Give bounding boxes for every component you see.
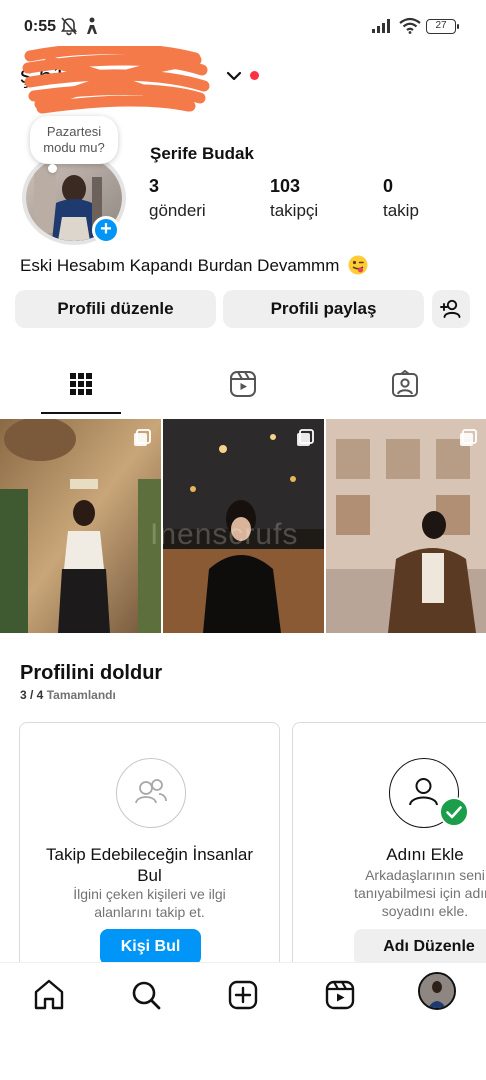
stat-posts-label: gönderi	[149, 201, 206, 220]
bio: Eski Hesabım Kapandı Burdan Devammm	[20, 255, 368, 276]
redaction-scribble	[22, 46, 210, 114]
nav-create[interactable]	[223, 975, 263, 1015]
stat-posts[interactable]: 3 gönderi	[149, 176, 206, 221]
checkmark-icon	[439, 797, 469, 827]
stat-following-value: 0	[383, 176, 394, 196]
discover-people-button[interactable]	[432, 290, 470, 328]
status-time: 0:55	[24, 18, 57, 35]
note-bubble-tail	[48, 164, 57, 173]
progress-count: 3 / 4	[20, 688, 44, 702]
tagged-icon	[392, 370, 418, 397]
wifi-icon	[399, 17, 421, 34]
winking-tongue-emoji-icon	[348, 255, 368, 275]
add-name-card[interactable]: Adını Ekle Arkadaşlarının seni tanıyabil…	[292, 722, 486, 982]
card-desc-line2: tanıyabilmesi için adını	[354, 885, 486, 901]
nav-search[interactable]	[126, 975, 166, 1015]
post-image	[0, 419, 161, 633]
add-person-icon	[440, 299, 461, 318]
find-people-card[interactable]: Takip Edebileceğin İnsanlar Bul İlgini ç…	[19, 722, 280, 982]
tab-reels[interactable]	[203, 362, 283, 412]
bell-muted-icon	[60, 17, 78, 36]
card-title-line1: Takip Edebileceğin İnsanlar	[46, 845, 253, 864]
grid-icon	[70, 373, 92, 395]
chevron-down-icon[interactable]	[226, 70, 242, 82]
complete-profile-progress: 3 / 4 Tamamlandı	[20, 688, 116, 702]
edit-name-button[interactable]: Adı Düzenle	[354, 929, 486, 965]
note-bubble[interactable]: Pazartesi modu mu?	[30, 116, 118, 164]
reels-icon	[230, 371, 256, 397]
add-story-button[interactable]: +	[92, 216, 120, 244]
nav-profile-avatar[interactable]	[418, 972, 456, 1010]
people-icon-circle	[116, 758, 186, 828]
note-text-line2: modu mu?	[43, 140, 105, 155]
complete-profile-title: Profilini doldur	[20, 662, 163, 684]
share-profile-button[interactable]: Profili paylaş	[223, 290, 424, 328]
watermark: Inenscrufs	[150, 518, 299, 551]
people-icon	[135, 779, 167, 804]
nav-home[interactable]	[29, 975, 69, 1015]
home-icon	[34, 979, 64, 1010]
stat-following-label: takip	[383, 201, 419, 220]
tab-tagged[interactable]	[365, 362, 445, 412]
stat-followers-value: 103	[270, 176, 301, 196]
search-icon	[132, 981, 161, 1010]
full-name: Şerife Budak	[150, 144, 254, 163]
card-desc-line1: Arkadaşlarının seni	[365, 867, 485, 883]
avatar-photo	[420, 974, 454, 1008]
card-title: Adını Ekle	[386, 845, 464, 864]
stat-followers[interactable]: 103 takipçi	[270, 176, 318, 221]
card-desc-line2: alanlarını takip et.	[94, 904, 205, 920]
multiple-photos-icon	[460, 429, 477, 446]
signal-icon	[372, 19, 390, 33]
tab-posts-grid[interactable]	[41, 362, 121, 412]
battery-icon: 27	[426, 19, 459, 34]
multiple-photos-icon	[297, 429, 314, 446]
card-title-line2: Bul	[137, 866, 162, 885]
notification-dot	[250, 71, 259, 80]
stat-followers-label: takipçi	[270, 201, 319, 220]
find-people-button[interactable]: Kişi Bul	[100, 929, 201, 965]
create-icon	[228, 980, 258, 1010]
progress-label: Tamamlandı	[46, 688, 116, 702]
bottom-navigation	[0, 962, 486, 1022]
nav-reels[interactable]	[320, 975, 360, 1015]
post-thumbnail[interactable]	[326, 419, 486, 633]
stat-following[interactable]: 0 takip	[383, 176, 419, 221]
post-thumbnail[interactable]	[0, 419, 161, 633]
multiple-photos-icon	[134, 429, 151, 446]
card-desc-line1: İlgini çeken kişileri ve ilgi	[73, 886, 226, 902]
bio-text: Eski Hesabım Kapandı Burdan Devammm	[20, 256, 340, 275]
stat-posts-value: 3	[149, 176, 160, 196]
post-image	[326, 419, 486, 633]
card-desc-line3: soyadını ekle.	[381, 903, 469, 919]
edit-profile-button[interactable]: Profili düzenle	[15, 290, 216, 328]
reels-icon	[325, 980, 355, 1010]
system-bottom-area	[0, 1022, 486, 1080]
note-text-line1: Pazartesi	[46, 124, 102, 139]
accessibility-icon	[87, 17, 97, 34]
active-tab-indicator	[41, 412, 121, 414]
